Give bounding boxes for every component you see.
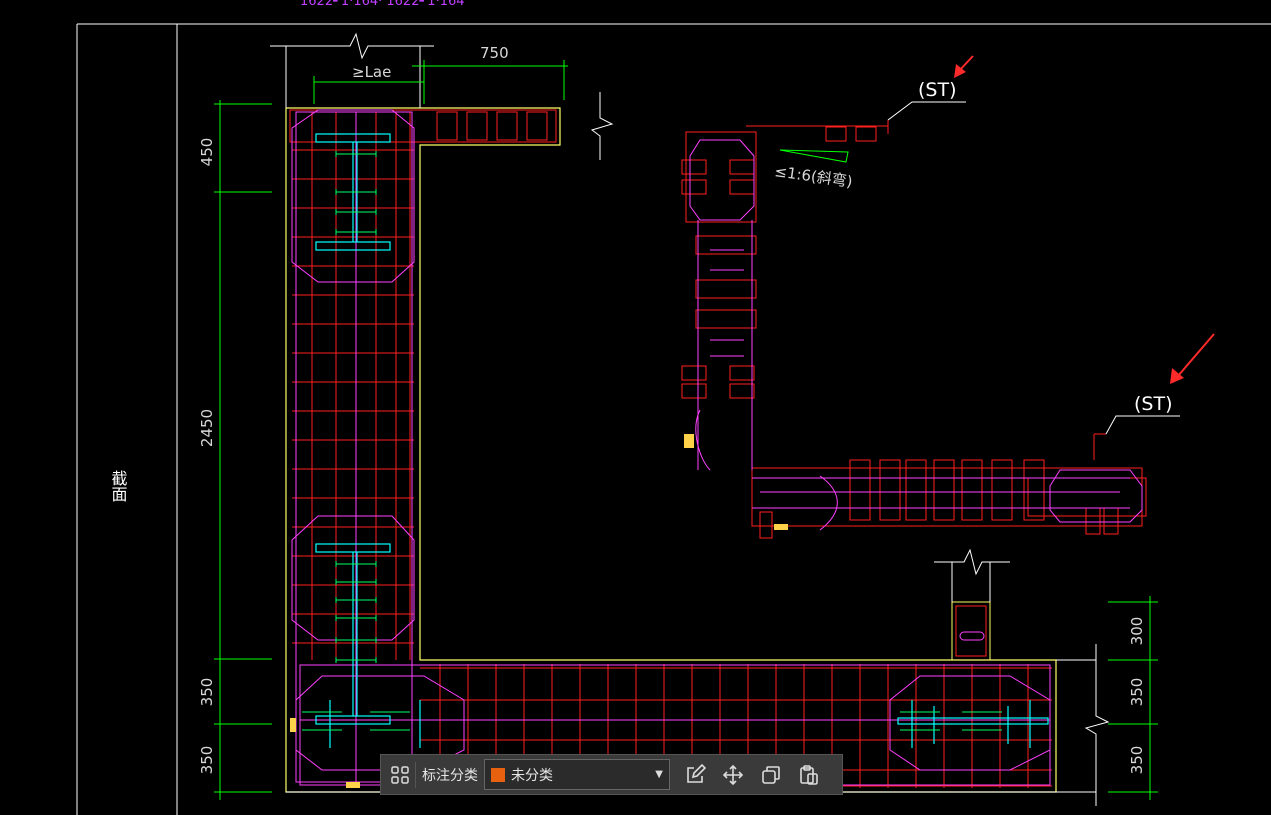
cad-canvas[interactable]: 1622┙1·164· 1622┙1·164 截面 450 2450 350 3… <box>0 0 1271 815</box>
grid-icon[interactable] <box>387 762 413 788</box>
category-label: 标注分类 <box>422 767 478 784</box>
dim-750: 750 <box>480 44 509 62</box>
section-label: 截面 <box>109 470 128 502</box>
annotation-toolbar: 标注分类 未分类 ▼ <box>380 754 843 795</box>
drawing-frame <box>76 23 1271 815</box>
dim-350-d: 350 <box>1128 746 1146 775</box>
dimension-lines-left <box>214 100 272 800</box>
st-tag-top: (ST) <box>918 79 957 101</box>
move-icon[interactable] <box>720 762 746 788</box>
category-dropdown[interactable]: 未分类 ▼ <box>484 759 670 790</box>
chevron-down-icon: ▼ <box>655 769 663 780</box>
toolbar-divider <box>415 761 416 788</box>
category-color-swatch <box>491 767 505 782</box>
paste-icon[interactable] <box>796 762 822 788</box>
copy-icon[interactable] <box>758 762 784 788</box>
dim-450: 450 <box>198 138 216 167</box>
annotation-arrows <box>954 55 1215 384</box>
st-tag-right: (ST) <box>1134 393 1173 415</box>
dims-right-text: 300 350 350 <box>1128 617 1146 775</box>
wall-section-left <box>270 32 1110 806</box>
edit-icon[interactable] <box>682 762 708 788</box>
top-partial-text: 1622┙1·164· 1622┙1·164 <box>300 0 465 9</box>
wall-detail-right <box>290 101 1180 788</box>
dim-350-c: 350 <box>1128 678 1146 707</box>
slope-note: ≤1:6(斜弯) <box>773 162 853 191</box>
dim-lae: ≥Lae <box>352 63 391 81</box>
category-value: 未分类 <box>511 767 553 784</box>
dims-left-text: 450 2450 350 350 <box>198 138 216 775</box>
dim-300: 300 <box>1128 617 1146 646</box>
dim-350-b: 350 <box>198 746 216 775</box>
dim-350-a: 350 <box>198 678 216 707</box>
dim-2450: 2450 <box>198 409 216 447</box>
